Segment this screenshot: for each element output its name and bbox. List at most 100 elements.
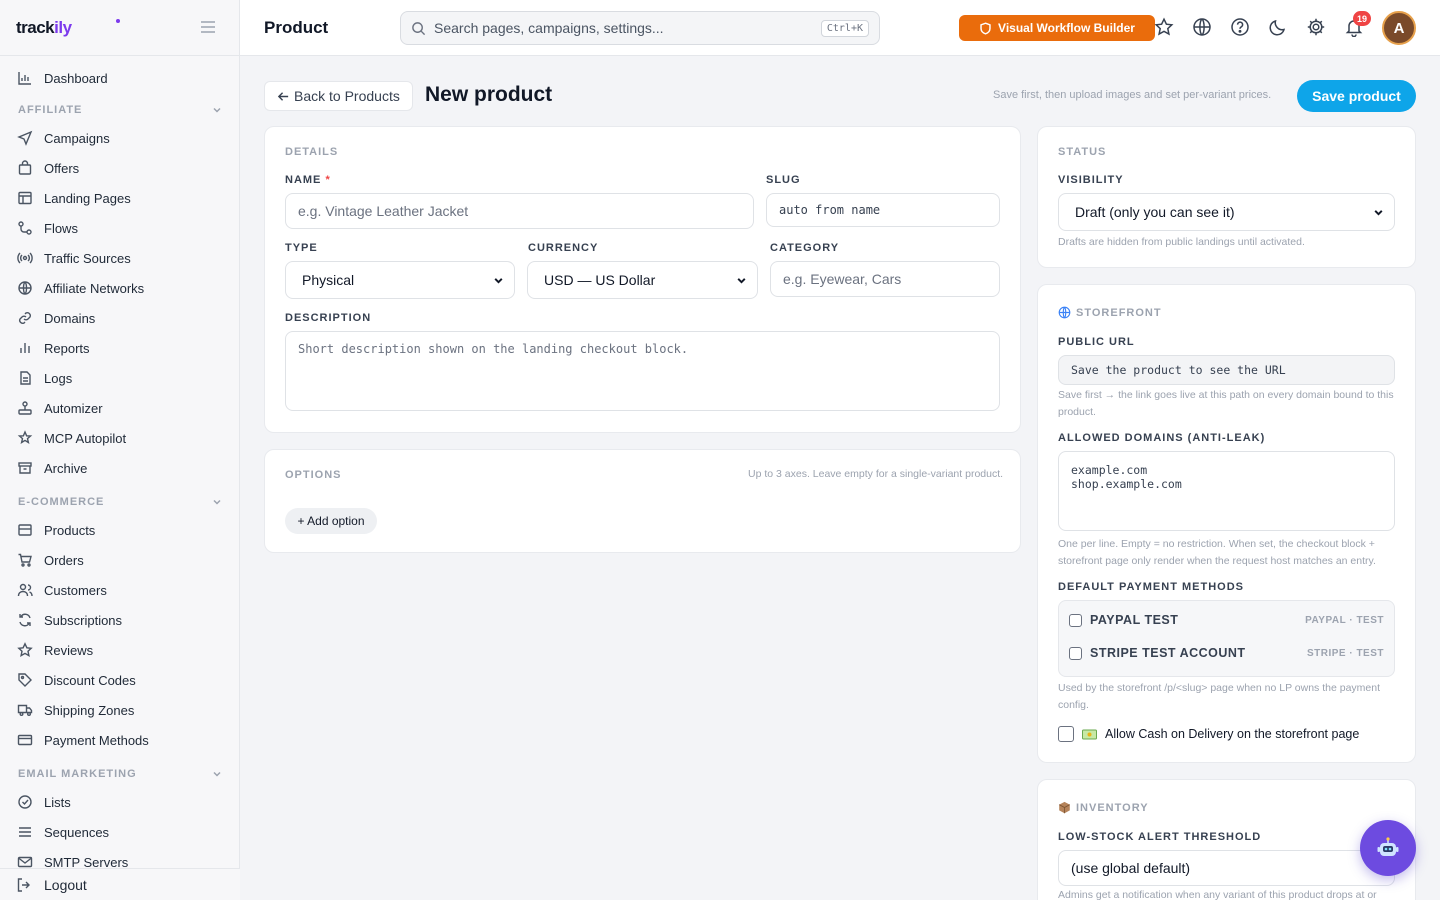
sidebar-item-subscriptions[interactable]: Subscriptions (16, 607, 226, 633)
allowed-domains-label: ALLOWED DOMAINS (ANTI-LEAK) (1058, 432, 1266, 444)
add-option-button[interactable]: + Add option (285, 508, 377, 534)
chevron-down-icon (493, 275, 504, 286)
sidebar-group-affiliate[interactable]: AFFILIATE (18, 101, 222, 119)
sidebar-item-shipping-zones[interactable]: Shipping Zones (16, 697, 226, 723)
sidebar-item-label: Domains (44, 310, 96, 326)
visual-workflow-builder-button[interactable]: Visual Workflow Builder (959, 15, 1155, 41)
avatar[interactable]: A (1382, 11, 1416, 45)
sidebar-item-label: Offers (44, 160, 80, 176)
sidebar-item-discount-codes[interactable]: Discount Codes (16, 667, 226, 693)
sidebar-item-dashboard[interactable]: Dashboard (16, 65, 226, 91)
sidebar-item-label: Automizer (44, 400, 103, 416)
workflow-button-label: Visual Workflow Builder (998, 21, 1135, 35)
description-textarea[interactable]: Short description shown on the landing c… (285, 331, 1000, 411)
dark-mode-moon-icon[interactable] (1268, 17, 1288, 37)
sidebar-item-label: Logs (44, 370, 73, 386)
cash-icon (1082, 729, 1097, 740)
checkbox[interactable] (1058, 726, 1074, 742)
sidebar-item-reviews[interactable]: Reviews (16, 637, 226, 663)
type-select[interactable]: Physical (285, 261, 515, 299)
group-label: AFFILIATE (18, 104, 83, 116)
arrow-left-icon (277, 90, 290, 103)
sidebar-item-customers[interactable]: Customers (16, 577, 226, 603)
sidebar-item-label: Reports (44, 340, 90, 356)
visibility-selected-value: Draft (only you can see it) (1075, 204, 1235, 220)
sidebar-item-automizer[interactable]: Automizer (16, 395, 226, 421)
sidebar-item-orders[interactable]: Orders (16, 547, 226, 573)
search-placeholder: Search pages, campaigns, settings... (434, 20, 664, 36)
back-to-products-button[interactable]: Back to Products (264, 81, 413, 111)
bag-icon (16, 159, 34, 177)
bar-chart-icon (16, 69, 34, 87)
visibility-label: VISIBILITY (1058, 174, 1124, 186)
name-input[interactable]: e.g. Vintage Leather Jacket (285, 193, 754, 229)
sidebar-item-campaigns[interactable]: Campaigns (16, 125, 226, 151)
sidebar-item-logs[interactable]: Logs (16, 365, 226, 391)
slug-label: SLUG (766, 174, 801, 186)
payment-methods-label: DEFAULT PAYMENT METHODS (1058, 581, 1244, 593)
logout-button[interactable]: Logout (0, 868, 240, 900)
chevron-down-icon (212, 497, 222, 507)
allowed-domains-textarea[interactable]: example.com shop.example.com (1058, 451, 1395, 531)
save-product-button[interactable]: Save product (1297, 80, 1416, 112)
sidebar-item-flows[interactable]: Flows (16, 215, 226, 241)
refresh-icon (16, 611, 34, 629)
payment-method-paypal-test[interactable]: PAYPAL TEST PAYPAL · TEST (1069, 610, 1384, 630)
sidebar-item-label: Customers (44, 582, 107, 598)
sidebar-item-affiliate-networks[interactable]: Affiliate Networks (16, 275, 226, 301)
cash-on-delivery-toggle[interactable]: Allow Cash on Delivery on the storefront… (1058, 726, 1359, 742)
globe-icon (1058, 306, 1071, 319)
sidebar-item-archive[interactable]: Archive (16, 455, 226, 481)
sidebar-item-label: Landing Pages (44, 190, 131, 206)
checkbox[interactable] (1069, 646, 1082, 660)
sidebar-item-label: MCP Autopilot (44, 430, 127, 446)
type-label: TYPE (285, 242, 318, 254)
favorite-star-icon[interactable] (1154, 17, 1174, 37)
payment-methods-help: Used by the storefront /p/<slug> page wh… (1058, 682, 1381, 711)
sidebar-item-sequences[interactable]: Sequences (16, 819, 226, 845)
slug-input[interactable]: auto from name (766, 193, 1000, 227)
checkbox[interactable] (1069, 613, 1082, 627)
sidebar-item-payment-methods[interactable]: Payment Methods (16, 727, 226, 753)
search-input[interactable]: Search pages, campaigns, settings... Ctr… (400, 11, 880, 45)
flow-icon (16, 219, 34, 237)
menu-toggle-icon[interactable] (199, 18, 217, 36)
sidebar-item-offers[interactable]: Offers (16, 155, 226, 181)
category-label: CATEGORY (770, 242, 840, 254)
low-stock-threshold-input[interactable]: (use global default) (1058, 850, 1395, 886)
sidebar-group-email-marketing[interactable]: EMAIL MARKETING (18, 765, 222, 783)
visibility-help: Drafts are hidden from public landings u… (1058, 236, 1305, 248)
options-card (264, 449, 1021, 553)
sidebar-item-label: Affiliate Networks (44, 280, 145, 296)
sidebar-item-label: Lists (44, 794, 71, 810)
sidebar-item-products[interactable]: Products (16, 517, 226, 543)
sidebar-item-label: Payment Methods (44, 732, 149, 748)
brand-logo[interactable]: trackily (16, 18, 72, 38)
sidebar-item-label: Orders (44, 552, 84, 568)
category-input[interactable]: e.g. Eyewear, Cars (770, 261, 1000, 297)
assistant-bot-button[interactable] (1360, 820, 1416, 876)
currency-select[interactable]: USD — US Dollar (527, 261, 758, 299)
low-stock-help: Admins get a notification when any varia… (1058, 889, 1377, 900)
sidebar-group-ecommerce[interactable]: E-COMMERCE (18, 493, 222, 511)
group-label: E-COMMERCE (18, 496, 105, 508)
payment-method-stripe-test[interactable]: STRIPE TEST ACCOUNT STRIPE · TEST (1069, 643, 1384, 663)
allowed-domains-help: One per line. Empty = no restriction. Wh… (1058, 538, 1376, 567)
cash-on-delivery-label: Allow Cash on Delivery on the storefront… (1105, 727, 1360, 741)
sidebar-item-reports[interactable]: Reports (16, 335, 226, 361)
currency-label: CURRENCY (528, 242, 599, 254)
low-stock-label: LOW-STOCK ALERT THRESHOLD (1058, 831, 1262, 843)
status-section-title: STATUS (1058, 146, 1107, 158)
required-asterisk: * (325, 174, 331, 186)
sidebar-item-landing-pages[interactable]: Landing Pages (16, 185, 226, 211)
public-url-help: Save first → the link goes live at this … (1058, 389, 1394, 418)
sidebar-item-lists[interactable]: Lists (16, 789, 226, 815)
language-globe-icon[interactable] (1192, 17, 1212, 37)
sidebar-item-traffic-sources[interactable]: Traffic Sources (16, 245, 226, 271)
chevron-down-icon (1373, 207, 1384, 218)
settings-gear-icon[interactable] (1306, 17, 1326, 37)
help-icon[interactable] (1230, 17, 1250, 37)
sidebar-item-domains[interactable]: Domains (16, 305, 226, 331)
sidebar-item-mcp-autopilot[interactable]: MCP Autopilot (16, 425, 226, 451)
visibility-select[interactable]: Draft (only you can see it) (1058, 193, 1395, 231)
